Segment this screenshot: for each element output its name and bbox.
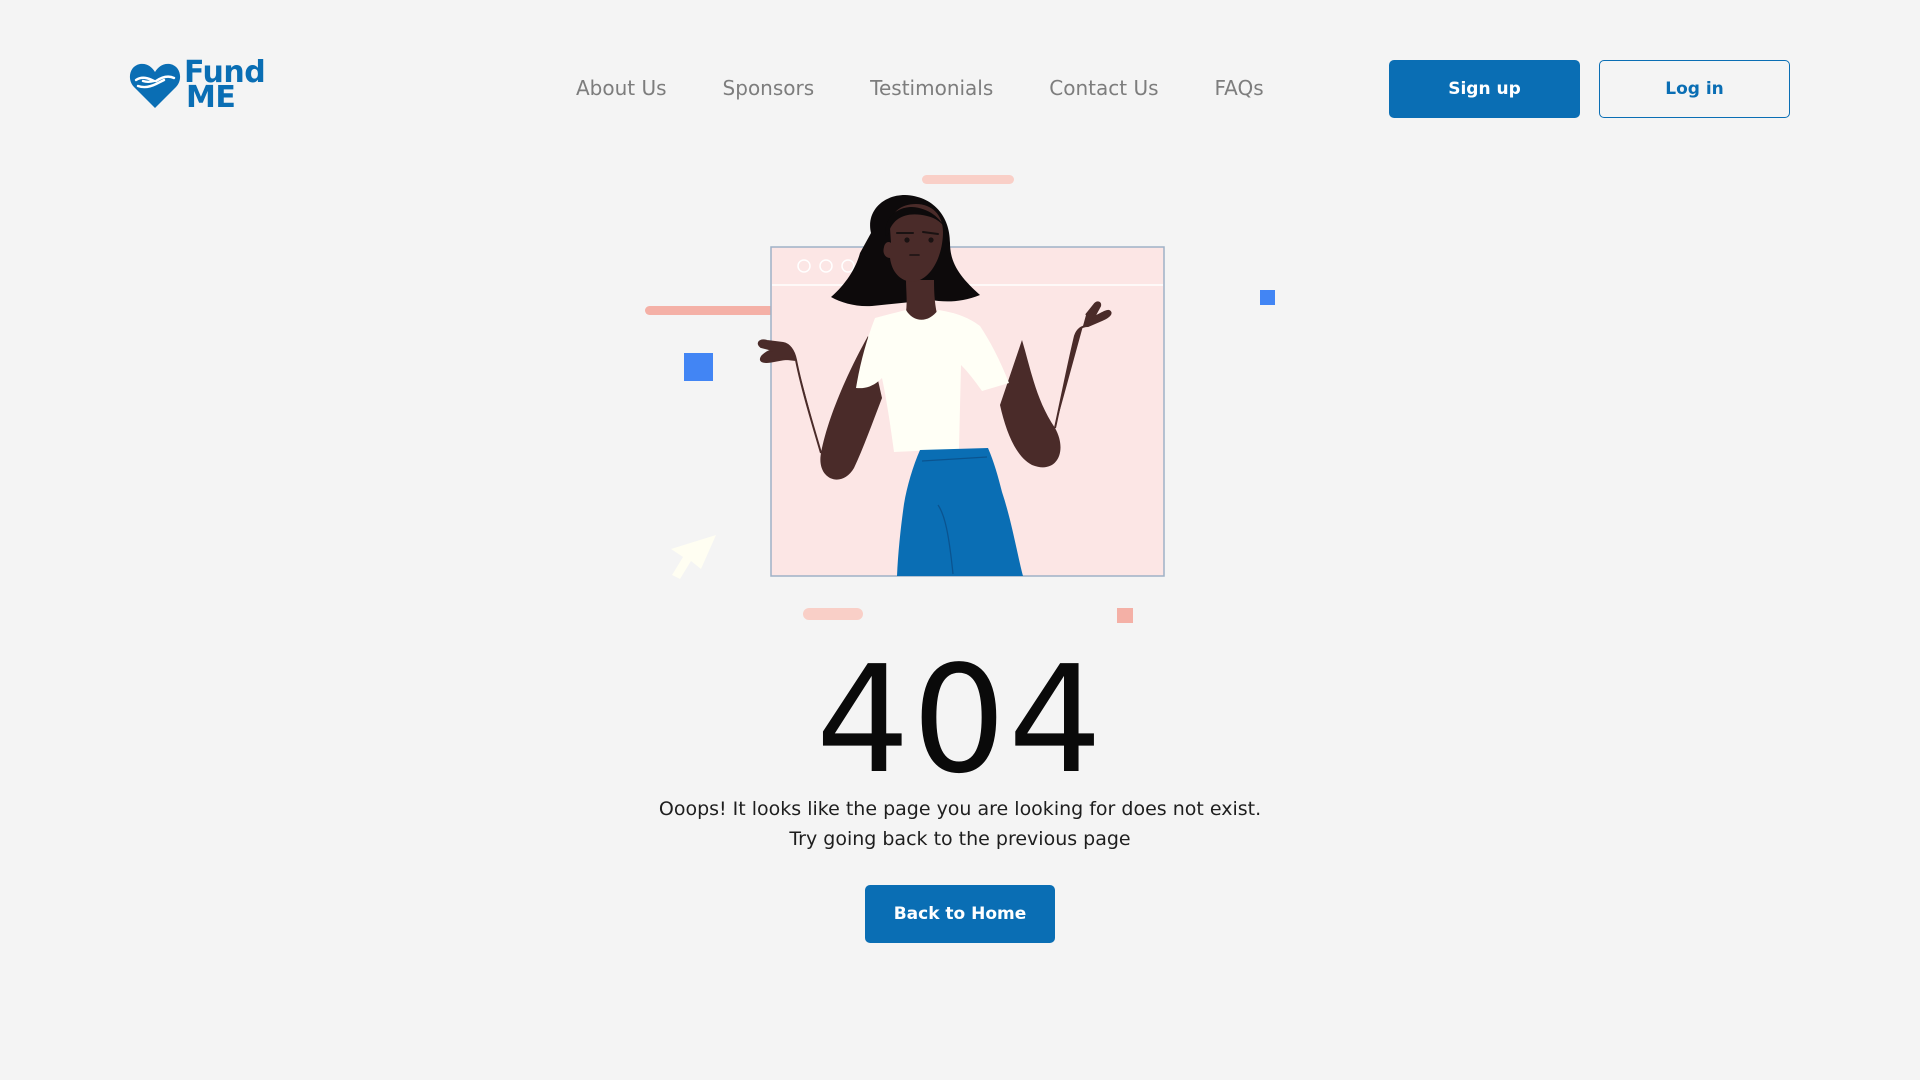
brand-wordmark: Fund ME <box>184 58 266 113</box>
shrugging-woman-illustration <box>620 160 1300 630</box>
nav-link-contact-us[interactable]: Contact Us <box>1049 76 1158 100</box>
brand-logo[interactable]: Fund ME <box>128 58 266 113</box>
error-message-line1: Ooops! It looks like the page you are lo… <box>658 798 1262 820</box>
decor-blue-square-small <box>1260 290 1275 305</box>
decor-blue-square-large <box>684 353 713 381</box>
nav-link-about-us[interactable]: About Us <box>576 76 667 100</box>
decor-pink-square-small <box>1117 608 1133 623</box>
error-code-heading: 404 <box>815 634 1105 806</box>
error-message: Ooops! It looks like the page you are lo… <box>0 794 1920 854</box>
cursor-arrow-icon <box>671 535 716 579</box>
decor-pink-bar-left <box>645 306 785 315</box>
decor-pink-bar-top <box>922 175 1014 184</box>
decor-pink-bar-bottom <box>803 608 863 620</box>
site-header: Fund ME About Us Sponsors Testimonials C… <box>0 0 1920 180</box>
main-nav: About Us Sponsors Testimonials Contact U… <box>576 76 1264 100</box>
nav-link-faqs[interactable]: FAQs <box>1215 76 1264 100</box>
sign-up-button[interactable]: Sign up <box>1389 60 1580 118</box>
nav-link-testimonials[interactable]: Testimonials <box>870 76 993 100</box>
heart-hands-icon <box>129 63 181 108</box>
back-to-home-button[interactable]: Back to Home <box>865 885 1055 943</box>
log-in-button[interactable]: Log in <box>1599 60 1790 118</box>
error-message-line2: Try going back to the previous page <box>789 828 1131 850</box>
nav-link-sponsors[interactable]: Sponsors <box>723 76 815 100</box>
